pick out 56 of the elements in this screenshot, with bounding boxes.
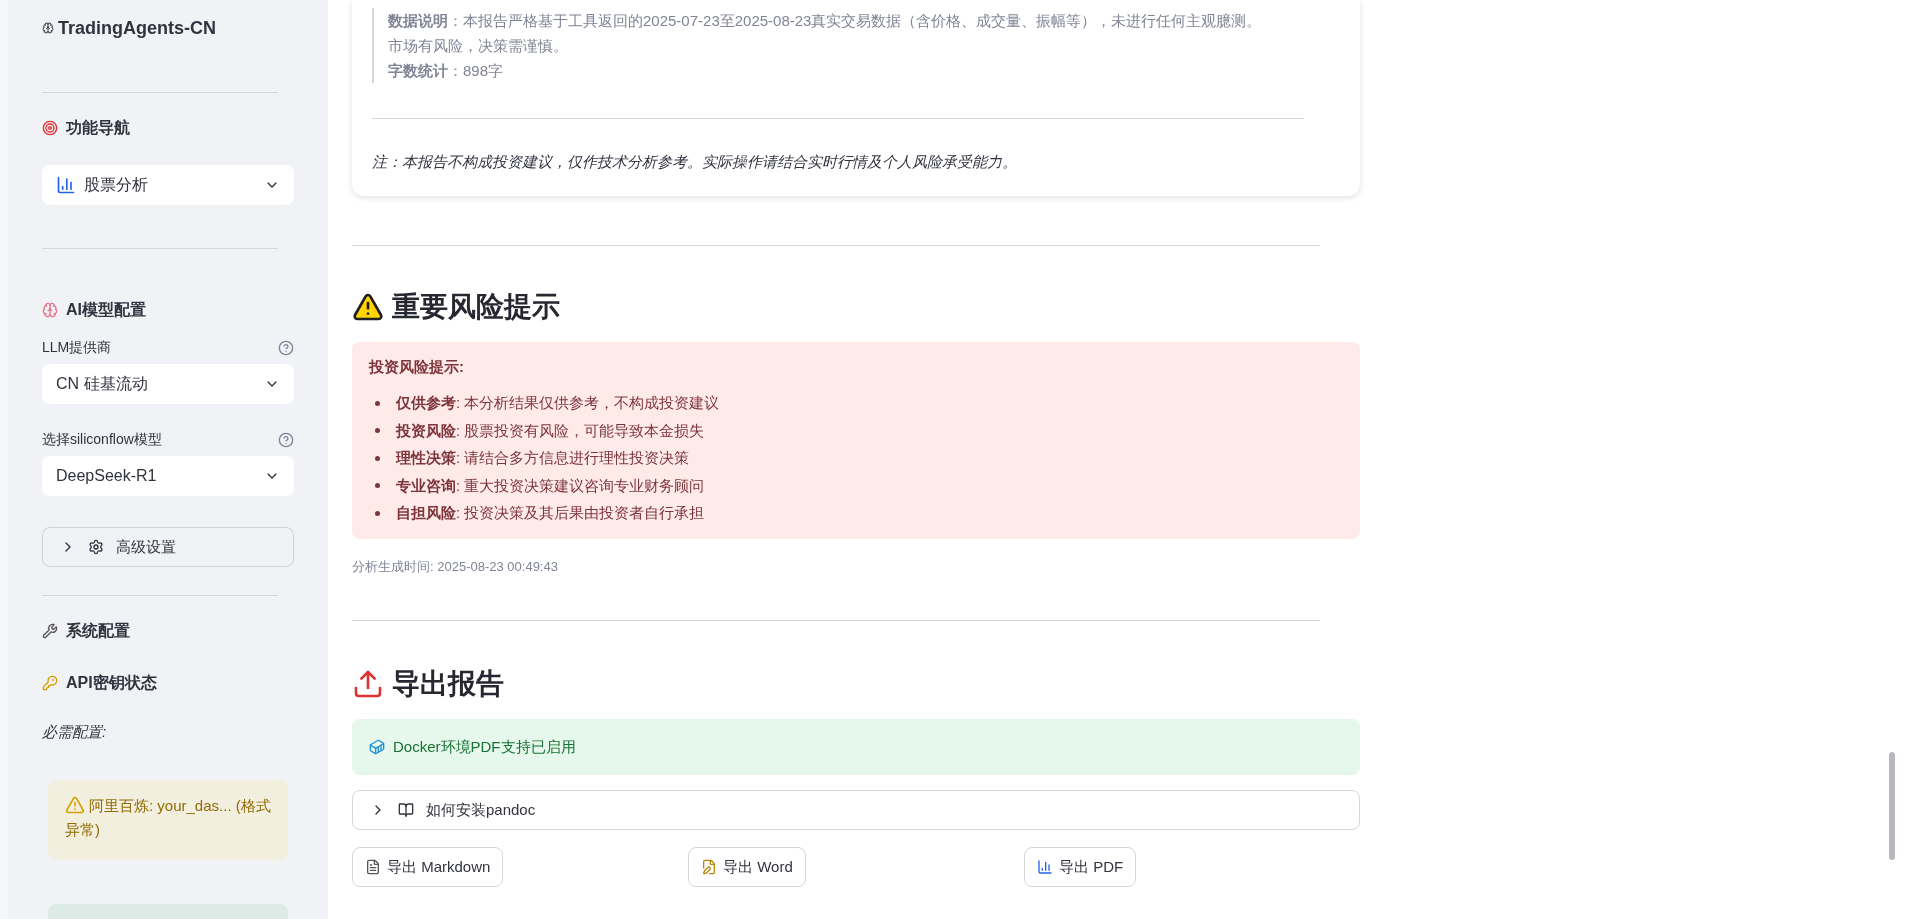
risk-item: 仅供参考: 本分析结果仅供参考，不构成投资建议 xyxy=(396,393,720,413)
select-field[interactable]: CN 硅基流动 xyxy=(42,364,294,404)
section-heading: 系统配置 xyxy=(66,621,130,641)
help-icon[interactable] xyxy=(278,431,294,448)
export-button[interactable]: 导出 PDF xyxy=(1024,847,1137,887)
bar-chart-icon xyxy=(1037,859,1053,875)
warning-icon xyxy=(65,794,85,815)
target-icon xyxy=(42,120,58,136)
select-value: DeepSeek-R1 xyxy=(56,466,157,486)
gear-icon xyxy=(88,539,104,555)
section-heading: 重要风险提示 xyxy=(392,289,560,324)
document-icon xyxy=(365,859,381,875)
pandoc-expander[interactable]: 如何安装pandoc xyxy=(352,790,1360,830)
select-field[interactable]: 股票分析 xyxy=(42,165,294,205)
section-heading: API密钥状态 xyxy=(66,673,157,693)
risk-item: 专业咨询: 重大投资决策建议咨询专业财务顾问 xyxy=(396,475,705,496)
risk-title: 投资风险提示: xyxy=(369,357,464,375)
field-label: LLM提供商 xyxy=(42,338,112,357)
scrollbar-thumb[interactable] xyxy=(1889,752,1895,860)
alert-text: Docker环境PDF支持已启用 xyxy=(393,736,576,757)
alert-text: 阿里百炼: your_das... (格式异常) xyxy=(65,796,271,838)
bullet-icon xyxy=(375,510,380,516)
bullet-icon xyxy=(375,428,380,434)
risk-item: 理性决策: 请结合多方信息进行理性投资决策 xyxy=(396,448,690,468)
expander-label: 如何安装pandoc xyxy=(426,799,536,820)
report-text: 市场有风险，决策需谨慎。 xyxy=(388,36,569,56)
risk-item: 投资风险: 股票投资有风险，可能导致本金损失 xyxy=(396,420,705,441)
select-value: 股票分析 xyxy=(84,175,148,195)
section-heading: 功能导航 xyxy=(66,118,130,138)
memo-icon xyxy=(701,859,717,875)
report-text: 数据说明：本报告严格基于工具返回的2025-07-23至2025-08-23真实交易数据（含价格、成交量、振幅等），未进行任何主观臆测。 xyxy=(388,11,1263,31)
key-icon xyxy=(42,675,58,691)
section-heading: 导出报告 xyxy=(392,667,504,701)
bullet-icon xyxy=(375,483,380,489)
bullet-icon xyxy=(375,400,380,406)
timestamp: 分析生成时间: 2025-08-23 00:49:43 xyxy=(352,557,559,576)
book-icon xyxy=(398,802,414,818)
wrench-icon xyxy=(42,623,58,639)
required-config-label: 必需配置: xyxy=(42,722,108,742)
help-icon[interactable] xyxy=(278,339,294,356)
select-value: CN 硅基流动 xyxy=(56,374,148,394)
report-text: 字数统计：898字 xyxy=(388,61,505,81)
app-title: TradingAgents-CN xyxy=(58,16,216,40)
expander-label: 高级设置 xyxy=(116,536,176,557)
risk-item: 自担风险: 投资决策及其后果由投资者自行承担 xyxy=(396,503,705,523)
advanced-settings-expander[interactable]: 高级设置 xyxy=(42,527,294,567)
field-label: 选择siliconflow模型 xyxy=(42,430,162,449)
brain-icon xyxy=(42,302,58,318)
export-button[interactable]: 导出 Markdown xyxy=(352,847,504,887)
bullet-icon xyxy=(375,455,380,461)
bar-chart-icon xyxy=(56,175,76,195)
export-button[interactable]: 导出 Word xyxy=(688,847,806,887)
upload-tray-icon xyxy=(352,668,384,700)
disclaimer-note: 注：本报告不构成投资建议，仅作技术分析参考。实际操作请结合实时行情及个人风险承受能力。 xyxy=(372,152,1018,172)
select-field[interactable]: DeepSeek-R1 xyxy=(42,456,294,496)
section-heading: AI模型配置 xyxy=(66,300,146,320)
